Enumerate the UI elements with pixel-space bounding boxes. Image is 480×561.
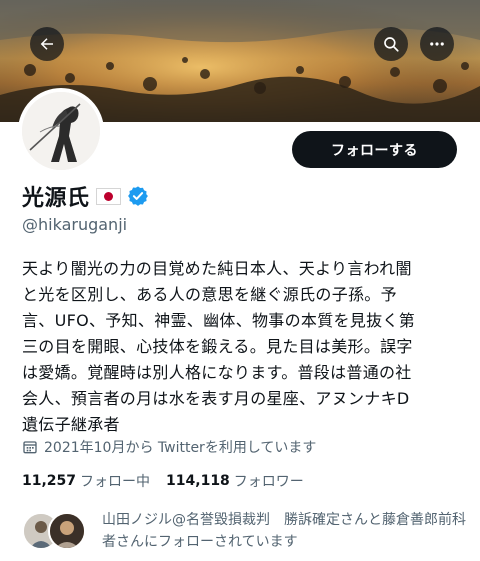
following-count: 11,257 <box>22 473 77 489</box>
japan-flag-icon <box>95 187 121 205</box>
follow-stats: 11,257 フォロー中 114,118 フォロワー <box>22 471 320 491</box>
following-label: フォロー中 <box>80 474 151 490</box>
followers-stat-link[interactable]: 114,118 フォロワー <box>166 471 304 491</box>
verified-badge-icon <box>127 186 148 206</box>
following-stat-link[interactable]: 11,257 フォロー中 <box>22 471 150 491</box>
followers-count: 114,118 <box>166 473 230 489</box>
calendar-icon <box>23 441 37 454</box>
avatar-image <box>22 92 100 170</box>
profile-bio: 天より闇光の力の目覚めた純日本人、天より言われ闇 と光を区別し、ある人の意思を継… <box>22 259 416 434</box>
profile-avatar[interactable] <box>18 88 104 174</box>
more-options-button[interactable] <box>420 27 454 61</box>
display-name: 光源氏 <box>22 186 90 211</box>
followers-you-know-avatars <box>22 512 92 552</box>
user-handle: @hikaruganji <box>22 215 128 234</box>
name-row: 光源氏 <box>22 181 149 211</box>
followed-by-text: 山田ノジル@名誉毀損裁判 勝訴確定さんと藤倉善郎前科者さんにフォローされています <box>102 512 466 550</box>
search-icon <box>384 37 399 52</box>
follow-button[interactable]: フォローする <box>292 131 457 168</box>
joined-date-row: 2021年10月から Twitterを利用しています <box>22 437 316 457</box>
followers-label: フォロワー <box>233 474 304 490</box>
arrow-left-icon <box>40 38 53 50</box>
back-button[interactable] <box>30 27 64 61</box>
joined-date-text: 2021年10月から Twitterを利用しています <box>44 440 317 456</box>
avatar <box>48 512 86 550</box>
more-horizontal-icon <box>430 42 444 46</box>
search-button[interactable] <box>374 27 408 61</box>
followed-by-row[interactable]: 山田ノジル@名誉毀損裁判 勝訴確定さんと藤倉善郎前科者さんにフォローされています <box>22 509 467 557</box>
